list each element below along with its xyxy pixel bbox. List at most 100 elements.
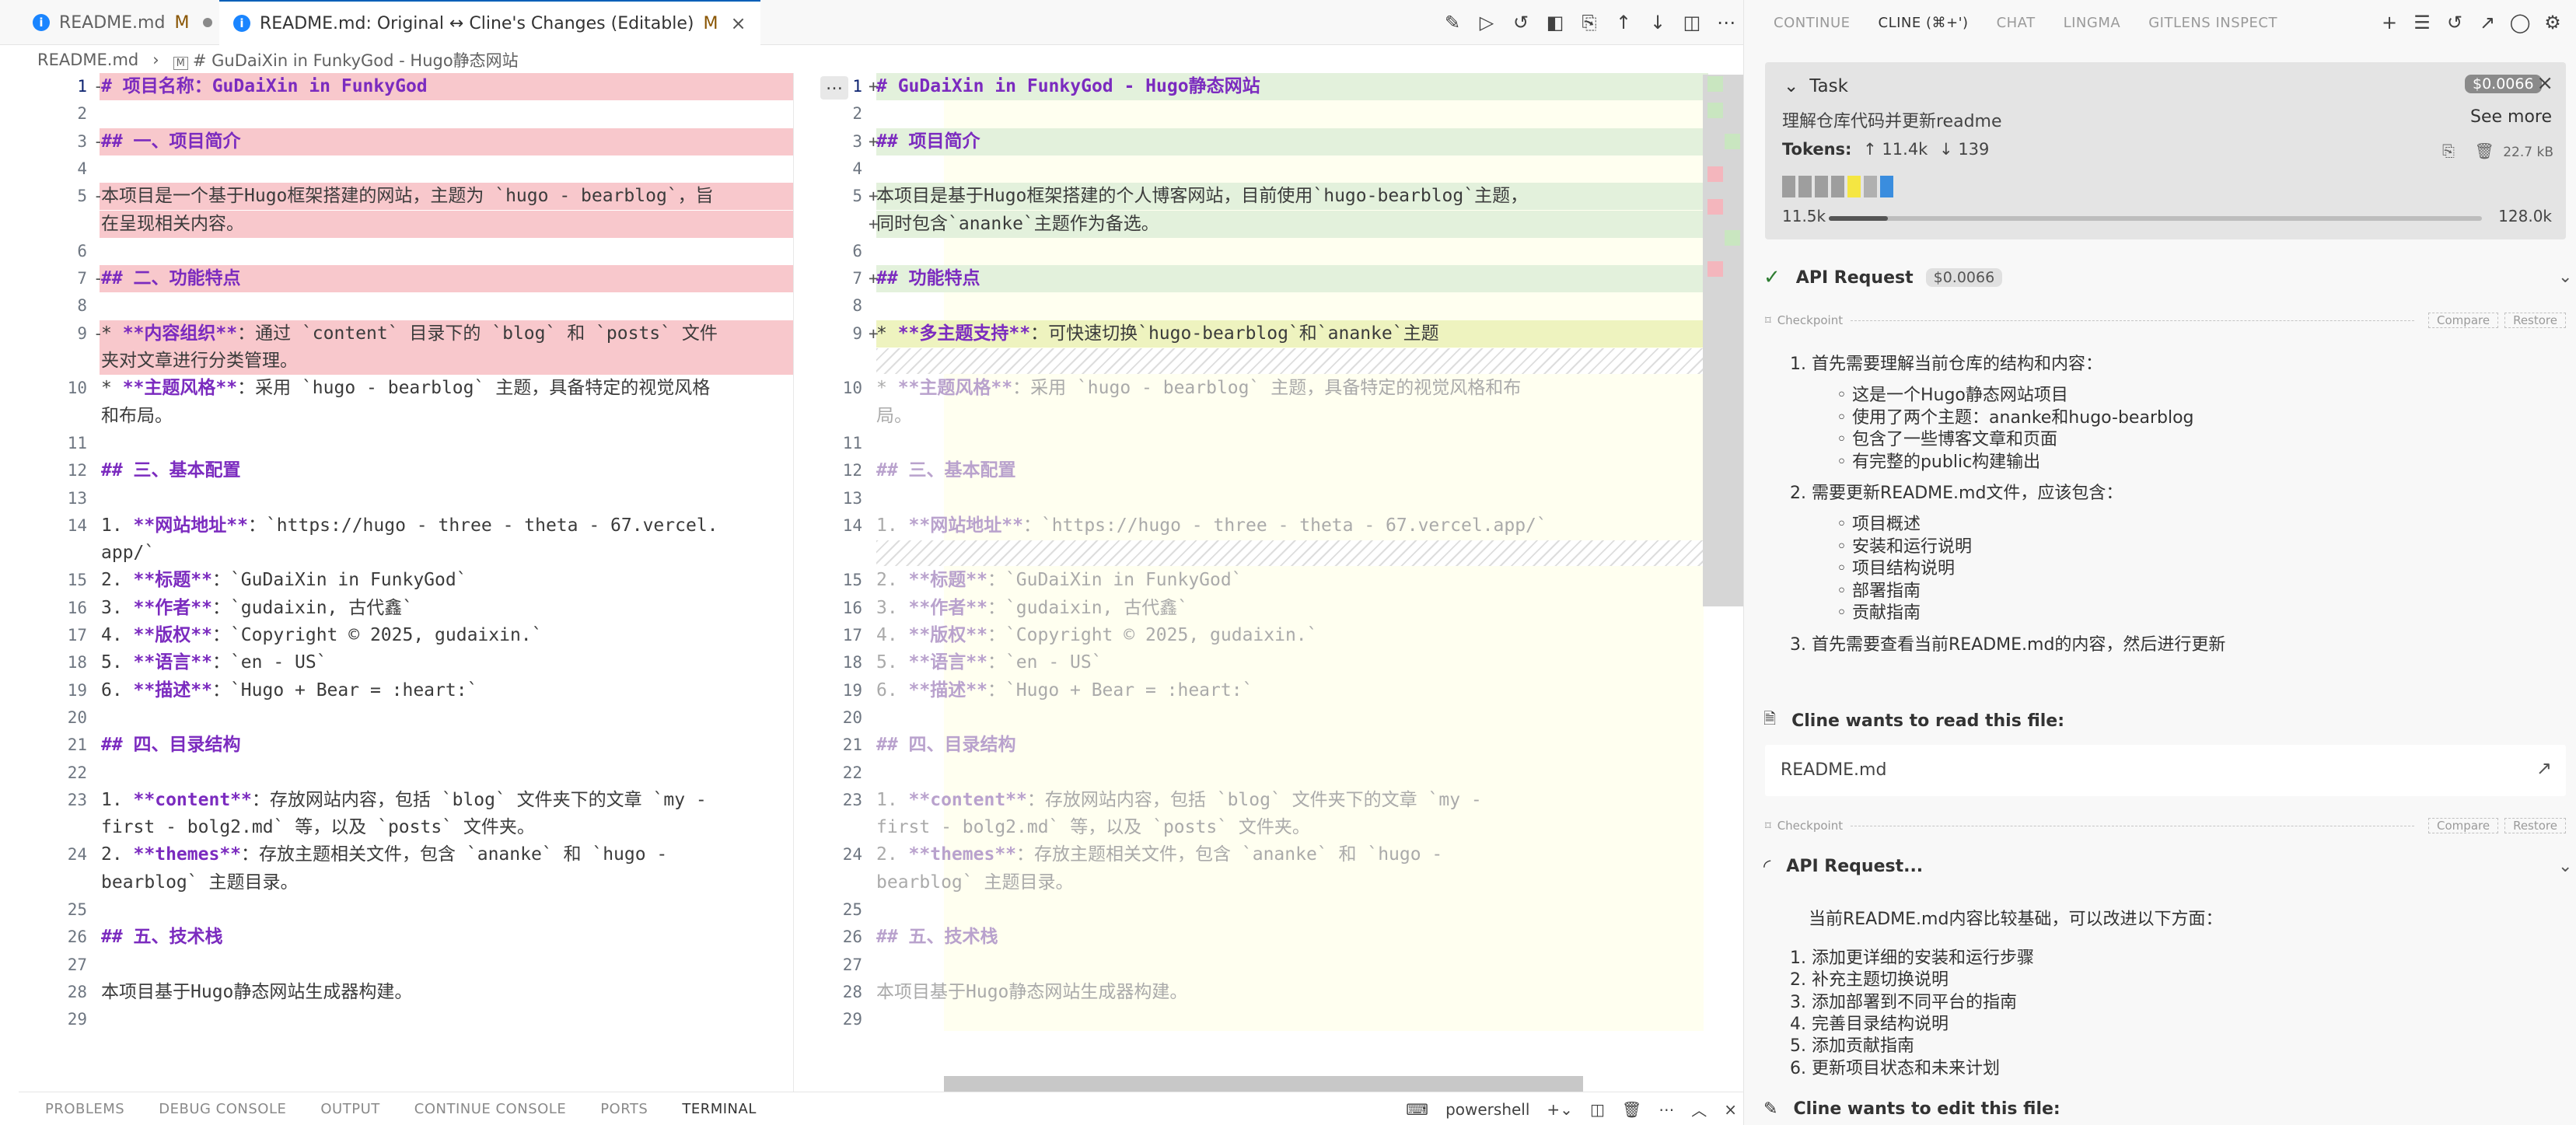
code-line[interactable]: 和布局。 <box>19 403 793 430</box>
restore-button[interactable]: Restore <box>2504 818 2566 833</box>
code-line[interactable]: first - bolg2.md` 等，以及 `posts` 文件夹。 <box>19 814 793 841</box>
code-line[interactable]: 6 <box>19 238 793 265</box>
code-line[interactable]: + 同时包含`ananke`主题作为备选。 <box>794 211 1743 238</box>
api-request-pending-row[interactable]: ◜ API Request... <box>1763 855 1923 877</box>
mcp-servers-icon[interactable]: ☰ <box>2406 12 2438 33</box>
code-line[interactable]: 15 2. **标题**：`GuDaiXin in FunkyGod` <box>794 567 1743 594</box>
code-line[interactable]: 4 <box>19 155 793 183</box>
maximize-panel-icon[interactable]: ︿ <box>1691 1098 1707 1120</box>
chevron-down-icon[interactable]: ⌄ <box>2558 857 2572 876</box>
code-line[interactable]: 局。 <box>794 403 1743 430</box>
code-line[interactable]: 10 * **主题风格**：采用 `hugo - bearblog` 主题，具备特… <box>794 375 1743 402</box>
task-header[interactable]: ⌄ Task <box>1784 76 1848 96</box>
minimap[interactable] <box>1703 75 1743 606</box>
restore-button[interactable]: Restore <box>2504 313 2566 328</box>
code-line[interactable]: 17 4. **版权**：`Copyright © 2025, gudaixin.… <box>794 622 1743 649</box>
code-line[interactable]: 2 <box>19 100 793 128</box>
compare-button[interactable]: Compare <box>2428 818 2499 833</box>
code-line[interactable]: 8 <box>19 292 793 320</box>
code-line[interactable]: bearblog` 主题目录。 <box>794 869 1743 896</box>
code-line[interactable]: 9- * **内容组织**：通过 `content` 目录下的 `blog` 和 … <box>19 320 793 348</box>
code-line[interactable]: 29 <box>19 1006 793 1033</box>
code-line[interactable]: 夹对文章进行分类管理。 <box>19 348 793 375</box>
code-line[interactable]: 8 <box>794 292 1743 320</box>
code-line[interactable]: 20 <box>19 704 793 732</box>
code-line[interactable]: 22 <box>19 760 793 787</box>
tab-debug-console[interactable]: DEBUG CONSOLE <box>159 1101 286 1117</box>
code-line[interactable]: 11 <box>794 430 1743 457</box>
new-terminal-icon[interactable]: +⌄ <box>1547 1100 1573 1119</box>
previous-change-icon[interactable]: ↑ <box>1606 12 1641 33</box>
breadcrumb-symbol[interactable]: M # GuDaiXin in FunkyGod - Hugo静态网站 <box>173 48 519 72</box>
terminal-shell-label[interactable]: powershell <box>1445 1100 1529 1119</box>
code-line[interactable]: 在呈现相关内容。 <box>19 211 793 238</box>
code-line[interactable]: 25 <box>19 896 793 924</box>
code-line[interactable]: 27 <box>19 952 793 979</box>
tab-terminal[interactable]: TERMINAL <box>682 1101 757 1117</box>
code-line[interactable]: 1- # 项目名称：GuDaiXin in FunkyGod <box>19 73 793 100</box>
copy-icon[interactable]: ⎘ <box>2442 141 2455 160</box>
chevron-down-icon[interactable]: ⌄ <box>2558 267 2576 287</box>
see-more-link[interactable]: See more <box>2470 107 2552 127</box>
read-file-box[interactable]: README.md ↗ <box>1765 745 2566 796</box>
breadcrumb-file[interactable]: README.md <box>37 51 138 69</box>
code-line[interactable]: 1 + # GuDaiXin in FunkyGod - Hugo静态网站 <box>794 73 1743 100</box>
code-line[interactable]: 11 <box>19 430 793 457</box>
code-line[interactable]: 18 5. **语言**：`en - US` <box>19 649 793 676</box>
code-line[interactable]: 9 + * **多主题支持**：可快速切换`hugo-bearblog`和`anan… <box>794 320 1743 348</box>
more-actions-icon[interactable]: ⋯ <box>1709 12 1743 33</box>
unsaved-dot-icon[interactable] <box>203 18 213 27</box>
gear-icon[interactable]: ⚙ <box>2536 12 2569 33</box>
code-line[interactable]: 3- ## 一、项目简介 <box>19 128 793 155</box>
tab-output[interactable]: OUTPUT <box>320 1101 379 1117</box>
code-line[interactable]: 12 ## 三、基本配置 <box>19 457 793 484</box>
horizontal-scrollbar[interactable] <box>944 1076 1583 1092</box>
modified-editor[interactable]: 1 + # GuDaiXin in FunkyGod - Hugo静态网站 2 3 + ##… <box>793 73 1743 1092</box>
close-icon[interactable]: × <box>2536 72 2553 95</box>
code-line[interactable]: 12 ## 三、基本配置 <box>794 457 1743 484</box>
tab-lingma[interactable]: LINGMA <box>2064 15 2121 31</box>
code-line[interactable]: 18 5. **语言**：`en - US` <box>794 649 1743 676</box>
code-line[interactable]: 26 ## 五、技术栈 <box>794 924 1743 951</box>
more-actions-icon[interactable]: ⋯ <box>1658 1100 1674 1119</box>
split-editor-icon[interactable]: ◫ <box>1675 12 1709 33</box>
code-line[interactable]: 13 <box>794 485 1743 512</box>
open-file-icon[interactable]: ⎘ <box>1572 12 1606 33</box>
code-line[interactable]: app/` <box>19 540 793 567</box>
account-icon[interactable]: ◯ <box>2504 12 2536 33</box>
next-change-icon[interactable]: ↓ <box>1641 12 1675 33</box>
tab-readme-diff[interactable]: i README.md: Original ↔ Cline's Changes … <box>219 0 760 45</box>
close-icon[interactable]: × <box>730 12 746 34</box>
api-request-row[interactable]: ✓ API Request $0.0066 <box>1763 266 2003 289</box>
trash-icon[interactable]: 🗑 <box>2474 141 2494 160</box>
code-line[interactable]: bearblog` 主题目录。 <box>19 869 793 896</box>
code-line[interactable]: 23 1. **content**：存放网站内容，包括 `blog` 文件夹下的文… <box>19 787 793 814</box>
code-line[interactable]: 13 <box>19 485 793 512</box>
code-line[interactable]: 26 ## 五、技术栈 <box>19 924 793 951</box>
split-terminal-icon[interactable]: ◫ <box>1590 1100 1605 1119</box>
tab-chat[interactable]: CHAT <box>1997 15 2036 31</box>
code-line[interactable]: 19 6. **描述**：`Hugo + Bear = :heart:` <box>794 677 1743 704</box>
code-line[interactable]: 22 <box>794 760 1743 787</box>
code-line[interactable]: 19 6. **描述**：`Hugo + Bear = :heart:` <box>19 677 793 704</box>
original-editor[interactable]: 1- # 项目名称：GuDaiXin in FunkyGod 2 3- ## 一、项目简… <box>19 73 793 1092</box>
code-line[interactable]: 7- ## 二、功能特点 <box>19 265 793 292</box>
history-icon[interactable]: ↺ <box>2438 12 2471 33</box>
code-line[interactable]: 3 + ## 项目简介 <box>794 128 1743 155</box>
code-line[interactable] <box>794 348 1743 375</box>
compare-button[interactable]: Compare <box>2428 313 2499 328</box>
tab-cline[interactable]: CLINE (⌘+') <box>1879 15 1969 31</box>
tab-continue-console[interactable]: CONTINUE CONSOLE <box>414 1101 566 1117</box>
tab-continue[interactable]: CONTINUE <box>1774 15 1851 31</box>
code-line[interactable]: 27 <box>794 952 1743 979</box>
code-line[interactable]: 24 2. **themes**：存放主题相关文件，包含 `ananke` 和 `… <box>19 841 793 868</box>
code-line[interactable]: 29 <box>794 1006 1743 1033</box>
code-line[interactable]: 28 本项目基于Hugo静态网站生成器构建。 <box>19 979 793 1006</box>
run-icon[interactable]: ▷ <box>1470 12 1504 33</box>
code-line[interactable]: 16 3. **作者**：`gudaixin, 古代鑫` <box>19 595 793 622</box>
history-icon[interactable]: ↺ <box>1504 12 1538 33</box>
code-line[interactable]: 20 <box>794 704 1743 732</box>
code-line[interactable]: first - bolg2.md` 等，以及 `posts` 文件夹。 <box>794 814 1743 841</box>
plus-icon[interactable]: + <box>2373 12 2406 33</box>
edit-icon[interactable]: ✎ <box>1435 12 1470 33</box>
